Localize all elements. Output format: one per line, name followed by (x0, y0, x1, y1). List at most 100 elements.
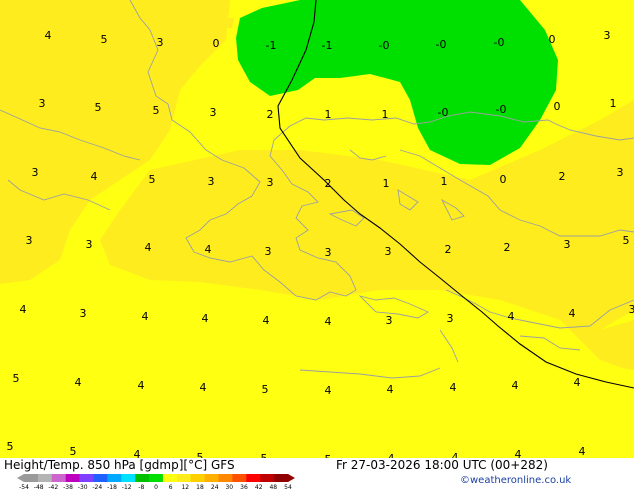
isotherm-label: 4 (387, 383, 394, 396)
isotherm-label: 4 (20, 303, 27, 316)
isotherm-label: 4 (450, 381, 457, 394)
isotherm-label: 5 (13, 372, 20, 385)
isotherm-label: 2 (267, 108, 274, 121)
legend-swatch (65, 474, 80, 482)
isotherm-label: 4 (45, 29, 52, 42)
legend-tick-label: -54 (19, 484, 29, 490)
isotherm-label: 4 (134, 448, 141, 458)
map-canvas: 4 5 3 0 -1 -1 -0 -0 -0 0 3 3 5 5 3 2 1 1… (0, 0, 634, 458)
isotherm-label: 5 (101, 33, 108, 46)
isotherm-label: 4 (452, 451, 459, 458)
isotherm-label: 5 (197, 451, 204, 458)
isotherm-label: 4 (75, 376, 82, 389)
isotherm-label: 4 (508, 310, 515, 323)
legend-swatch (260, 474, 275, 482)
isotherm-label: 5 (149, 173, 156, 186)
legend-tick-label: 48 (269, 484, 277, 490)
isotherm-label: 4 (200, 381, 207, 394)
isotherm-label: 1 (610, 97, 617, 110)
isotherm-label: 4 (202, 312, 209, 325)
isotherm-label: 3 (267, 176, 274, 189)
legend-swatch (274, 474, 289, 482)
isotherm-label: 3 (604, 29, 611, 42)
isotherm-label: 5 (623, 234, 630, 247)
isotherm-label: 0 (500, 173, 507, 186)
legend-tick-label: -30 (78, 484, 88, 490)
isotherm-label: 4 (142, 310, 149, 323)
legend-tick-label: 12 (181, 484, 189, 490)
legend-tick-label: -12 (122, 484, 132, 490)
isotherm-label: 4 (325, 315, 332, 328)
isotherm-label: 3 (80, 307, 87, 320)
color-legend: -54 -48 -42 -38 -30 -24 -18 -12 -8 0 6 12 18 24 30 36 42… (17, 474, 295, 490)
footer-bar: Height/Temp. 850 hPa [gdmp][°C] GFS Fr 2… (0, 458, 634, 490)
isotherm-label: 4 (515, 448, 522, 458)
legend-tick-label: -18 (107, 484, 117, 490)
isotherm-label: 0 (554, 100, 561, 113)
legend-swatch (204, 474, 219, 482)
isotherm-label: 1 (383, 177, 390, 190)
legend-swatch (190, 474, 205, 482)
legend-tick-label: 24 (211, 484, 219, 490)
isotherm-label: 4 (325, 384, 332, 397)
legend-tick-label: -38 (63, 484, 73, 490)
legend-swatch (135, 474, 150, 482)
legend-swatch (162, 474, 178, 482)
isotherm-label: 5 (7, 440, 14, 453)
isotherm-label: 3 (265, 245, 272, 258)
isotherm-label: 3 (385, 245, 392, 258)
legend-swatch (246, 474, 261, 482)
legend-swatch (79, 474, 94, 482)
isotherm-label: 4 (263, 314, 270, 327)
isotherm-label: 4 (145, 241, 152, 254)
isotherm-label: 5 (70, 445, 77, 458)
legend-swatch (176, 474, 191, 482)
legend-tick-label: 42 (255, 484, 263, 490)
isotherm-label: 3 (208, 175, 215, 188)
isotherm-label: 3 (325, 246, 332, 259)
legend-tick-label: 36 (240, 484, 248, 490)
isotherm-label: 0 (213, 37, 220, 50)
isotherm-label: 0 (549, 33, 556, 46)
legend-swatch (93, 474, 108, 482)
isotherm-label: -0 (494, 36, 505, 49)
isotherm-label: 2 (325, 177, 332, 190)
legend-arrow-right (288, 474, 295, 482)
isotherm-label: 3 (157, 36, 164, 49)
product-title: Height/Temp. 850 hPa [gdmp][°C] GFS (4, 458, 235, 472)
isotherm-label: 2 (559, 170, 566, 183)
isotherm-label: 4 (138, 379, 145, 392)
isotherm-label: 4 (574, 376, 581, 389)
credit-link[interactable]: ©weatheronline.co.uk (460, 475, 571, 486)
legend-tick-label: 6 (169, 484, 173, 490)
isotherm-label: -0 (379, 39, 390, 52)
legend-tick-label: 54 (284, 484, 292, 490)
valid-time: Fr 27-03-2026 18:00 UTC (00+282) (336, 458, 548, 472)
isotherm-label: 3 (386, 314, 393, 327)
isotherm-label: 3 (629, 303, 634, 316)
isotherm-label: 5 (153, 104, 160, 117)
legend-swatch (51, 474, 66, 482)
isotherm-label: 1 (325, 108, 332, 121)
isotherm-label: 1 (441, 175, 448, 188)
legend-swatch (218, 474, 233, 482)
isotherm-label: 4 (205, 243, 212, 256)
legend-swatch (107, 474, 122, 482)
isotherm-label: 3 (617, 166, 624, 179)
temperature-field-gold-strip (208, 18, 234, 28)
isotherm-label: 2 (445, 243, 452, 256)
isotherm-label: 3 (210, 106, 217, 119)
isotherm-label: -0 (496, 103, 507, 116)
isotherm-label: 3 (86, 238, 93, 251)
isotherm-label: 3 (39, 97, 46, 110)
isotherm-label: 5 (95, 101, 102, 114)
legend-tick-label: 30 (225, 484, 233, 490)
legend-tick-label: -42 (48, 484, 58, 490)
legend-swatch (149, 474, 164, 482)
legend-tick-label: -24 (92, 484, 102, 490)
isotherm-label: 4 (512, 379, 519, 392)
isotherm-label: 3 (26, 234, 33, 247)
legend-tick-label: 0 (154, 484, 158, 490)
isotherm-label: -0 (436, 38, 447, 51)
legend-swatch (24, 474, 39, 482)
